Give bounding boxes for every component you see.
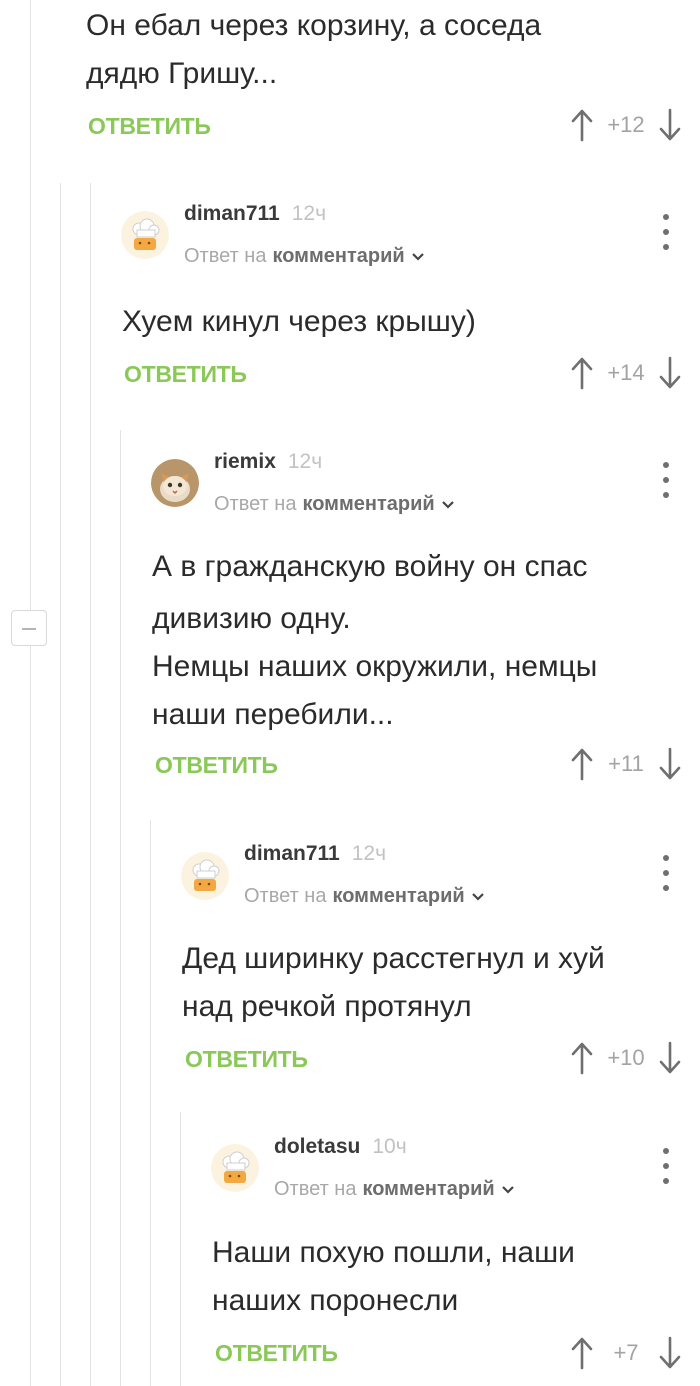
comment-score: +14 (607, 360, 645, 385)
upvote-arrow-icon[interactable] (570, 356, 594, 390)
comment-score: +12 (607, 112, 645, 137)
comment-score: +11 (608, 751, 644, 776)
comment-author[interactable]: riemix (214, 450, 276, 474)
comment-text-line: наши перебили... (152, 698, 394, 731)
chef-hat-avatar[interactable] (121, 211, 169, 259)
reply-button[interactable]: ОТВЕТИТЬ (124, 361, 247, 388)
comment-author[interactable]: diman711 (184, 202, 280, 226)
comment-score: +10 (607, 1045, 645, 1070)
downvote-arrow-icon[interactable] (658, 1336, 682, 1370)
thread-line (30, 0, 31, 1386)
more-options-icon[interactable] (658, 1148, 674, 1184)
comment-text-line: наших поронесли (212, 1284, 459, 1317)
comment-author[interactable]: doletasu (274, 1135, 360, 1159)
upvote-arrow-icon[interactable] (570, 1336, 594, 1370)
reply-to-prefix: Ответ на (244, 885, 327, 907)
reply-to-target[interactable]: комментарий (272, 245, 404, 268)
comment-text-line: А в гражданскую войну он спас (152, 550, 588, 583)
comment-time: 12ч (351, 842, 387, 865)
chevron-down-icon (441, 500, 454, 509)
vote-controls: +10 (570, 1038, 682, 1078)
downvote-arrow-icon[interactable] (658, 747, 682, 781)
thread-line (120, 430, 121, 1386)
reply-to-target[interactable]: комментарий (302, 493, 434, 516)
reply-to-link[interactable]: Ответ на комментарий (184, 245, 425, 268)
more-options-icon[interactable] (658, 462, 674, 498)
comment-text-line: дядю Гришу... (86, 57, 278, 90)
more-options-icon[interactable] (658, 855, 674, 891)
vote-controls: +14 (570, 353, 682, 393)
reply-button[interactable]: ОТВЕТИТЬ (185, 1046, 308, 1073)
vote-controls: +12 (570, 105, 682, 145)
reply-to-prefix: Ответ на (184, 245, 267, 267)
chevron-down-icon (411, 252, 424, 261)
reply-button[interactable]: ОТВЕТИТЬ (88, 113, 211, 140)
chef-hat-avatar[interactable] (181, 852, 229, 900)
upvote-arrow-icon[interactable] (570, 108, 594, 142)
reply-to-link[interactable]: Ответ на комментарий (274, 1178, 515, 1201)
comment-score: +7 (613, 1340, 639, 1365)
thread-line (150, 820, 151, 1386)
thread-line (180, 1112, 181, 1386)
chevron-down-icon (501, 1185, 514, 1194)
reply-button[interactable]: ОТВЕТИТЬ (155, 752, 278, 779)
comment-text-line: Хуем кинул через крышу) (122, 305, 476, 338)
downvote-arrow-icon[interactable] (658, 108, 682, 142)
comment-text-line: Дед ширинку расстегнул и хуй (182, 942, 605, 975)
downvote-arrow-icon[interactable] (658, 1041, 682, 1075)
comment-time: 12ч (291, 202, 327, 225)
comment-text-line: Немцы наших окружили, немцы (152, 650, 598, 683)
reply-to-prefix: Ответ на (214, 493, 297, 515)
reply-to-target[interactable]: комментарий (362, 1178, 494, 1201)
reply-to-prefix: Ответ на (274, 1178, 357, 1200)
comment-text-line: над речкой протянул (182, 990, 472, 1023)
vote-controls: +11 (570, 744, 682, 784)
chef-hat-avatar[interactable] (211, 1144, 259, 1192)
reply-to-link[interactable]: Ответ на комментарий (214, 493, 455, 516)
more-options-icon[interactable] (658, 214, 674, 250)
comment-text-line: Наши похую пошли, наши (212, 1236, 575, 1269)
upvote-arrow-icon[interactable] (570, 747, 594, 781)
collapse-thread-button[interactable] (11, 610, 47, 646)
cat-photo-avatar[interactable] (151, 459, 199, 507)
comment-author[interactable]: diman711 (244, 842, 340, 866)
chevron-down-icon (471, 892, 484, 901)
reply-button[interactable]: ОТВЕТИТЬ (215, 1340, 338, 1367)
reply-to-link[interactable]: Ответ на комментарий (244, 885, 485, 908)
comment-text-line: Он ебал через корзину, а соседа (86, 9, 542, 42)
upvote-arrow-icon[interactable] (570, 1041, 594, 1075)
thread-line (90, 183, 91, 1386)
comment-time: 12ч (287, 450, 323, 473)
thread-line (60, 183, 61, 1386)
comment-time: 10ч (372, 1135, 407, 1158)
reply-to-target[interactable]: комментарий (332, 885, 464, 908)
downvote-arrow-icon[interactable] (658, 356, 682, 390)
comment-text-line: дивизию одну. (152, 602, 351, 635)
vote-controls: +7 (570, 1333, 682, 1373)
